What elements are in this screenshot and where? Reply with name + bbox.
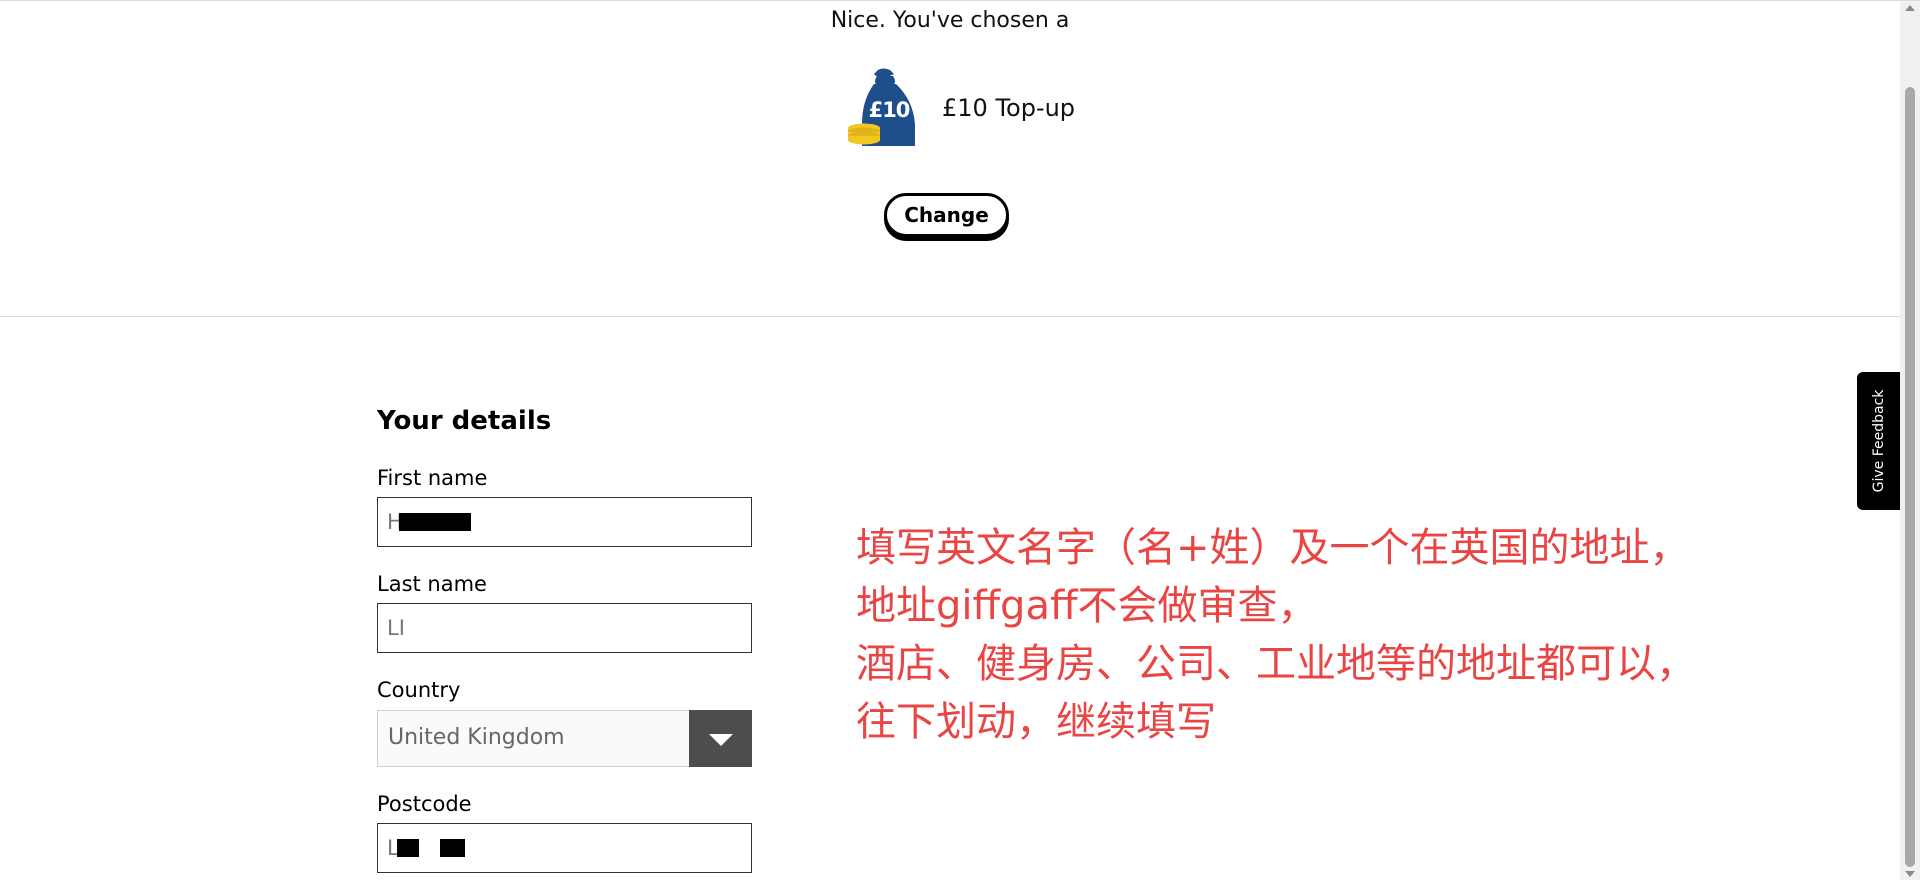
- product-name: £10 Top-up: [942, 94, 1076, 122]
- vertical-scrollbar[interactable]: [1900, 1, 1920, 880]
- last-name-label: Last name: [377, 572, 487, 596]
- country-dropdown-button[interactable]: [689, 710, 752, 767]
- change-button[interactable]: Change: [884, 193, 1009, 237]
- your-details-heading: Your details: [377, 406, 552, 436]
- annotation-line: 填写英文名字（名+姓）及一个在英国的地址，: [856, 525, 1690, 571]
- redaction-mark: [399, 513, 471, 531]
- page: Nice. You've chosen a £10 £10 Top-up Cha…: [0, 0, 1920, 880]
- instruction-annotation: 填写英文名字（名+姓）及一个在英国的地址， 地址giffgaff不会做审查， 酒…: [856, 519, 1856, 751]
- country-label: Country: [377, 678, 461, 702]
- selected-product: £10 £10 Top-up: [848, 68, 1075, 148]
- scroll-down-arrow-icon[interactable]: [1905, 871, 1915, 877]
- scroll-up-arrow-icon[interactable]: [1905, 5, 1915, 11]
- postcode-input[interactable]: [377, 823, 752, 873]
- annotation-line: 酒店、健身房、公司、工业地等的地址都可以，: [856, 641, 1696, 687]
- postcode-label: Postcode: [377, 792, 472, 816]
- redaction-mark: [440, 839, 465, 857]
- annotation-line: 往下划动，继续填写: [856, 699, 1216, 745]
- scrollbar-thumb[interactable]: [1905, 87, 1915, 867]
- money-bag-icon: £10: [848, 68, 918, 148]
- selected-plan-section: Nice. You've chosen a £10 £10 Top-up Cha…: [0, 1, 1900, 317]
- redaction-mark: [397, 839, 419, 857]
- give-feedback-label: Give Feedback: [1870, 389, 1887, 493]
- country-select[interactable]: United Kingdom: [377, 710, 752, 767]
- last-name-input[interactable]: [377, 603, 752, 653]
- give-feedback-tab[interactable]: Give Feedback: [1857, 372, 1900, 510]
- postcode-field-wrap: [377, 823, 752, 873]
- first-name-field-wrap: [377, 497, 752, 547]
- bag-amount-label: £10: [868, 98, 911, 122]
- chevron-down-icon: [709, 734, 733, 746]
- chosen-text: Nice. You've chosen a: [830, 8, 1070, 33]
- first-name-label: First name: [377, 466, 488, 490]
- annotation-line: 地址giffgaff不会做审查，: [856, 583, 1318, 629]
- section-divider: [0, 316, 1900, 317]
- country-select-value: United Kingdom: [388, 725, 565, 750]
